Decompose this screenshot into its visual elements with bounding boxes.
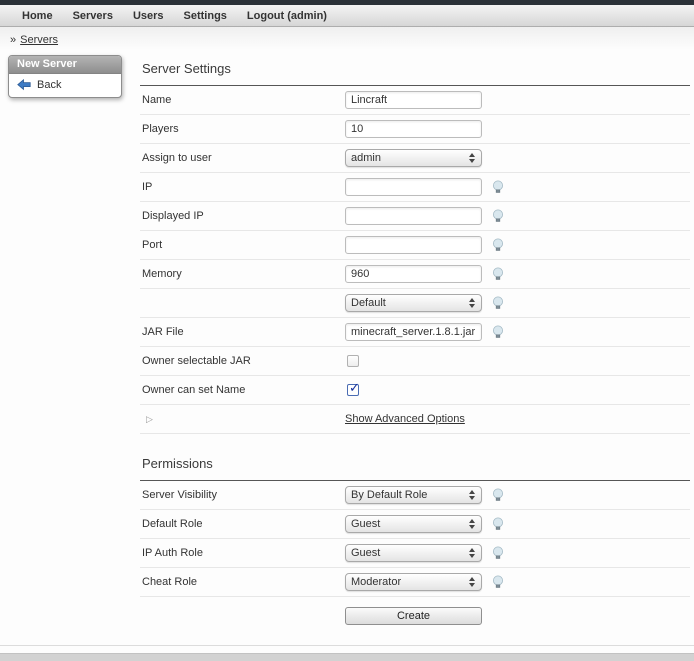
default-role-label: Default Role: [140, 518, 345, 530]
updown-arrows-icon: [469, 548, 476, 558]
server-settings-title: Server Settings: [140, 52, 690, 86]
cheat-role-row: Cheat Role Moderator: [140, 568, 690, 597]
cheat-role-select[interactable]: Moderator: [345, 573, 482, 591]
bulb-icon[interactable]: [491, 267, 505, 282]
server-visibility-select[interactable]: By Default Role: [345, 486, 482, 504]
back-button[interactable]: Back: [9, 74, 121, 97]
name-label: Name: [140, 94, 345, 106]
players-input[interactable]: [345, 120, 482, 138]
displayed-ip-row: Displayed IP: [140, 202, 690, 231]
show-advanced-options-link[interactable]: Show Advanced Options: [345, 413, 465, 425]
jar-preset-select[interactable]: Default: [345, 294, 482, 312]
assign-user-select[interactable]: admin: [345, 149, 482, 167]
jar-file-label: JAR File: [140, 326, 345, 338]
nav-item-settings[interactable]: Settings: [174, 10, 237, 22]
cheat-role-label: Cheat Role: [140, 576, 345, 588]
owner-can-set-name-label: Owner can set Name: [140, 384, 345, 396]
memory-label: Memory: [140, 268, 345, 280]
main-nav: Home Servers Users Settings Logout (admi…: [0, 5, 694, 27]
jar-file-row: JAR File: [140, 318, 690, 347]
memory-input[interactable]: [345, 265, 482, 283]
assign-user-row: Assign to user admin: [140, 144, 690, 173]
ip-auth-role-row: IP Auth Role Guest: [140, 539, 690, 568]
nav-item-logout[interactable]: Logout (admin): [237, 10, 337, 22]
bulb-icon[interactable]: [491, 209, 505, 224]
owner-can-set-name-checkbox[interactable]: [347, 384, 359, 396]
bulb-icon[interactable]: [491, 488, 505, 503]
sidebar-panel: New Server Back: [8, 55, 122, 98]
nav-item-servers[interactable]: Servers: [63, 10, 123, 22]
default-role-row: Default Role Guest: [140, 510, 690, 539]
arrow-left-icon: [17, 79, 31, 91]
server-visibility-value: By Default Role: [351, 489, 469, 501]
permissions-title: Permissions: [140, 447, 690, 481]
breadcrumb: » Servers: [0, 27, 694, 50]
updown-arrows-icon: [469, 490, 476, 500]
server-visibility-row: Server Visibility By Default Role: [140, 481, 690, 510]
cheat-role-value: Moderator: [351, 576, 469, 588]
bulb-icon[interactable]: [491, 517, 505, 532]
back-label: Back: [37, 79, 61, 91]
name-row: Name: [140, 86, 690, 115]
breadcrumb-servers-link[interactable]: Servers: [20, 34, 58, 46]
bulb-icon[interactable]: [491, 180, 505, 195]
owner-selectable-jar-checkbox[interactable]: [347, 355, 359, 367]
bulb-icon[interactable]: [491, 325, 505, 340]
assign-user-label: Assign to user: [140, 152, 345, 164]
jar-preset-row: Default: [140, 289, 690, 318]
create-row: Create: [140, 597, 690, 635]
displayed-ip-input[interactable]: [345, 207, 482, 225]
ip-input[interactable]: [345, 178, 482, 196]
bulb-icon[interactable]: [491, 575, 505, 590]
owner-selectable-jar-row: Owner selectable JAR: [140, 347, 690, 376]
players-row: Players: [140, 115, 690, 144]
ip-row: IP: [140, 173, 690, 202]
assign-user-value: admin: [351, 152, 469, 164]
triangle-right-icon[interactable]: ▷: [140, 414, 345, 425]
create-button[interactable]: Create: [345, 607, 482, 625]
advanced-options-row: ▷ Show Advanced Options: [140, 405, 690, 434]
memory-row: Memory: [140, 260, 690, 289]
ip-auth-role-value: Guest: [351, 547, 469, 559]
ip-auth-role-select[interactable]: Guest: [345, 544, 482, 562]
updown-arrows-icon: [469, 153, 476, 163]
bulb-icon[interactable]: [491, 546, 505, 561]
name-input[interactable]: [345, 91, 482, 109]
owner-selectable-jar-label: Owner selectable JAR: [140, 355, 345, 367]
players-label: Players: [140, 123, 345, 135]
default-role-select[interactable]: Guest: [345, 515, 482, 533]
jar-file-input[interactable]: [345, 323, 482, 341]
nav-item-users[interactable]: Users: [123, 10, 174, 22]
nav-item-home[interactable]: Home: [12, 10, 63, 22]
updown-arrows-icon: [469, 298, 476, 308]
owner-can-set-name-row: Owner can set Name: [140, 376, 690, 405]
jar-preset-value: Default: [351, 297, 469, 309]
port-row: Port: [140, 231, 690, 260]
bulb-icon[interactable]: [491, 238, 505, 253]
updown-arrows-icon: [469, 577, 476, 587]
bulb-icon[interactable]: [491, 296, 505, 311]
ip-label: IP: [140, 181, 345, 193]
port-label: Port: [140, 239, 345, 251]
sidebar-title: New Server: [9, 56, 121, 74]
breadcrumb-symbol: »: [10, 34, 16, 46]
bottom-band: [0, 653, 694, 661]
default-role-value: Guest: [351, 518, 469, 530]
displayed-ip-label: Displayed IP: [140, 210, 345, 222]
port-input[interactable]: [345, 236, 482, 254]
updown-arrows-icon: [469, 519, 476, 529]
server-visibility-label: Server Visibility: [140, 489, 345, 501]
ip-auth-role-label: IP Auth Role: [140, 547, 345, 559]
